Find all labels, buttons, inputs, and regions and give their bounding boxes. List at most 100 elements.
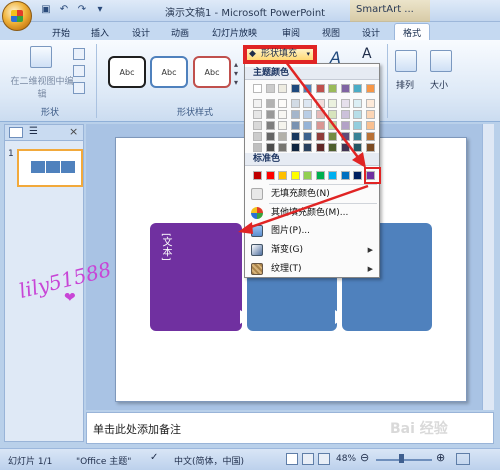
theme-color-swatch[interactable]: [265, 99, 275, 108]
theme-color-swatch[interactable]: [340, 121, 350, 130]
theme-color-swatch[interactable]: [278, 132, 287, 141]
size-button[interactable]: 大小: [430, 78, 448, 91]
theme-color-swatch[interactable]: [265, 110, 275, 119]
theme-color-swatch[interactable]: [328, 84, 337, 93]
smartart-shape-1[interactable]: [文本]: [150, 223, 242, 331]
zoom-slider[interactable]: [376, 459, 432, 461]
standard-color-swatch[interactable]: [340, 171, 350, 180]
theme-color-swatch[interactable]: [340, 110, 350, 119]
redo-icon[interactable]: ↷: [76, 4, 88, 16]
theme-color-swatch[interactable]: [353, 99, 362, 108]
theme-color-swatch[interactable]: [315, 110, 325, 119]
theme-color-swatch[interactable]: [290, 99, 300, 108]
edit-in-2d-button[interactable]: 在二维视图中编辑: [8, 74, 76, 100]
theme-color-swatch[interactable]: [340, 132, 350, 141]
standard-color-swatch[interactable]: [290, 171, 300, 180]
theme-color-swatch[interactable]: [303, 110, 312, 119]
style-abc-blue[interactable]: Abc: [150, 56, 188, 88]
standard-color-swatch[interactable]: [278, 171, 287, 180]
theme-color-swatch[interactable]: [353, 143, 362, 152]
theme-color-swatch[interactable]: [303, 143, 312, 152]
office-button[interactable]: [2, 1, 32, 31]
theme-color-swatch[interactable]: [315, 84, 325, 93]
theme-color-swatch[interactable]: [315, 121, 325, 130]
zoom-slider-thumb[interactable]: [399, 454, 404, 463]
theme-color-swatch[interactable]: [290, 110, 300, 119]
slideshow-view-icon[interactable]: [318, 453, 330, 465]
change-shape-icon[interactable]: [73, 48, 85, 60]
theme-color-swatch[interactable]: [365, 99, 375, 108]
theme-color-swatch[interactable]: [253, 121, 262, 130]
theme-color-swatch[interactable]: [340, 84, 350, 93]
texture-item[interactable]: 纹理(T) ▶: [245, 260, 379, 278]
chevron-down-icon[interactable]: ▾: [94, 4, 106, 16]
theme-color-swatch[interactable]: [290, 132, 300, 141]
standard-color-swatch[interactable]: [328, 171, 337, 180]
theme-color-swatch[interactable]: [290, 84, 300, 93]
standard-color-swatch[interactable]: [315, 171, 325, 180]
theme-color-swatch[interactable]: [303, 132, 312, 141]
theme-color-swatch[interactable]: [253, 84, 262, 93]
tab-slideshow[interactable]: 幻灯片放映: [212, 26, 257, 39]
theme-color-swatch[interactable]: [303, 84, 312, 93]
tab-insert[interactable]: 插入: [91, 26, 109, 39]
save-icon[interactable]: ▣: [40, 4, 52, 16]
outline-tab[interactable]: ☰: [29, 126, 38, 137]
sorter-view-icon[interactable]: [302, 453, 314, 465]
picture-item[interactable]: 图片(P)...: [245, 222, 379, 240]
larger-icon[interactable]: [73, 65, 85, 77]
theme-color-swatch[interactable]: [265, 132, 275, 141]
zoom-in-icon[interactable]: ⊕: [436, 451, 445, 464]
slide-thumbnail[interactable]: [17, 149, 83, 187]
theme-color-swatch[interactable]: [278, 121, 287, 130]
no-fill-item[interactable]: 无填充颜色(N): [245, 185, 379, 203]
vertical-scrollbar[interactable]: [482, 124, 494, 410]
tab-smartart-design[interactable]: 设计: [362, 26, 380, 39]
theme-color-swatch[interactable]: [278, 110, 287, 119]
tab-view[interactable]: 视图: [322, 26, 340, 39]
theme-color-swatch[interactable]: [353, 132, 362, 141]
size-icon[interactable]: [430, 50, 452, 72]
font-color-icon[interactable]: A: [362, 46, 372, 62]
theme-color-swatch[interactable]: [353, 84, 362, 93]
shape-fill-button[interactable]: ◆ 形状填充 ▾: [245, 47, 315, 62]
fit-window-icon[interactable]: [456, 453, 470, 465]
theme-color-swatch[interactable]: [365, 132, 375, 141]
theme-color-swatch[interactable]: [328, 132, 337, 141]
theme-color-swatch[interactable]: [365, 121, 375, 130]
arrange-icon[interactable]: [395, 50, 417, 72]
standard-color-swatch[interactable]: [253, 171, 262, 180]
spellcheck-icon[interactable]: ✓: [150, 452, 158, 463]
styles-scroll-icon[interactable]: ▴ ▾ ▾: [234, 60, 238, 87]
theme-color-swatch[interactable]: [353, 110, 362, 119]
theme-color-swatch[interactable]: [265, 121, 275, 130]
standard-color-swatch[interactable]: [265, 171, 275, 180]
undo-icon[interactable]: ↶: [58, 4, 70, 16]
theme-color-swatch[interactable]: [290, 121, 300, 130]
tab-design[interactable]: 设计: [132, 26, 150, 39]
theme-color-swatch[interactable]: [290, 143, 300, 152]
standard-color-swatch[interactable]: [353, 171, 362, 180]
theme-color-swatch[interactable]: [365, 143, 375, 152]
normal-view-icon[interactable]: [286, 453, 298, 465]
theme-color-swatch[interactable]: [328, 121, 337, 130]
theme-color-swatch[interactable]: [315, 99, 325, 108]
theme-color-swatch[interactable]: [253, 110, 262, 119]
theme-color-swatch[interactable]: [253, 132, 262, 141]
theme-color-swatch[interactable]: [253, 99, 262, 108]
more-colors-item[interactable]: 其他填充颜色(M)...: [245, 204, 379, 222]
zoom-out-icon[interactable]: ⊖: [360, 451, 369, 464]
theme-color-swatch[interactable]: [328, 99, 337, 108]
theme-color-swatch[interactable]: [303, 121, 312, 130]
theme-color-swatch[interactable]: [365, 110, 375, 119]
gradient-item[interactable]: 渐变(G) ▶: [245, 241, 379, 259]
theme-color-swatch[interactable]: [253, 143, 262, 152]
theme-color-swatch[interactable]: [328, 143, 337, 152]
style-abc-black[interactable]: Abc: [108, 56, 146, 88]
tab-format[interactable]: 格式: [394, 23, 431, 40]
theme-color-swatch[interactable]: [278, 99, 287, 108]
theme-color-swatch[interactable]: [278, 84, 287, 93]
theme-color-swatch[interactable]: [315, 132, 325, 141]
theme-color-swatch[interactable]: [278, 143, 287, 152]
theme-color-swatch[interactable]: [315, 143, 325, 152]
